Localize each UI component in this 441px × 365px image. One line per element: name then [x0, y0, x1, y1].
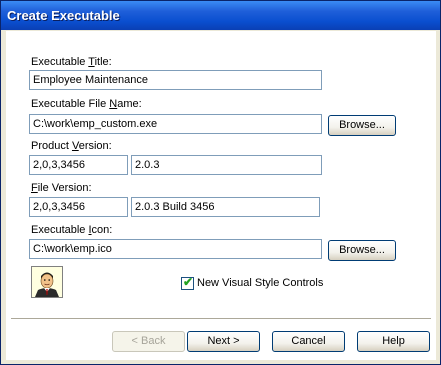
executable-file-name-label: Executable File Name:	[31, 98, 142, 110]
file-version-numeric-input[interactable]: 2,0,3,3456	[29, 197, 128, 217]
executable-title-label: Executable Title:	[31, 56, 112, 68]
executable-file-name-input[interactable]: C:\work\emp_custom.exe	[29, 114, 322, 134]
person-icon	[31, 266, 63, 298]
back-button[interactable]: < Back	[112, 331, 185, 352]
executable-title-input[interactable]: Employee Maintenance	[29, 70, 322, 90]
cancel-button[interactable]: Cancel	[272, 331, 345, 352]
product-version-label: Product Version:	[31, 140, 112, 152]
next-button[interactable]: Next >	[187, 331, 260, 352]
product-version-numeric-input[interactable]: 2,0,3,3456	[29, 155, 128, 175]
browse-icon-button[interactable]: Browse...	[328, 240, 396, 261]
separator	[11, 318, 431, 319]
executable-icon-label: Executable Icon:	[31, 224, 113, 236]
window-title: Create Executable	[7, 8, 120, 23]
help-button[interactable]: Help	[357, 331, 430, 352]
new-visual-style-checkbox[interactable]: ✔	[181, 275, 194, 290]
check-icon: ✔	[183, 275, 194, 289]
new-visual-style-label[interactable]: New Visual Style Controls	[197, 277, 323, 289]
title-bar[interactable]: Create Executable	[1, 1, 440, 30]
file-version-label: File Version:	[31, 182, 92, 194]
file-version-text-input[interactable]: 2.0.3 Build 3456	[131, 197, 320, 217]
product-version-text-input[interactable]: 2.0.3	[131, 155, 322, 175]
create-executable-dialog: Create Executable Executable Title: Empl…	[0, 0, 441, 365]
browse-file-button[interactable]: Browse...	[328, 115, 396, 136]
executable-icon-input[interactable]: C:\work\emp.ico	[29, 239, 322, 259]
